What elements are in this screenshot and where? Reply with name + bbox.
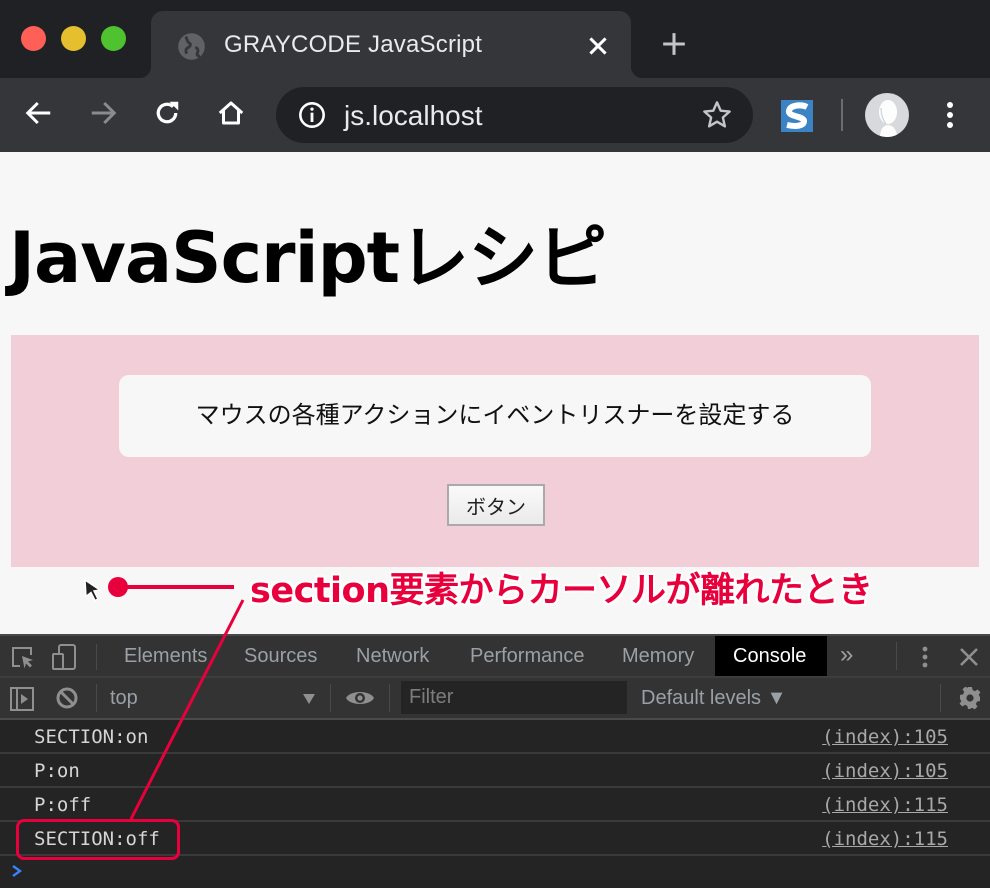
log-source-link[interactable]: (index):105 — [822, 760, 948, 782]
highlight-box — [16, 819, 180, 860]
devtools-panel: Elements Sources Network Performance Mem… — [0, 634, 990, 888]
devtools-separator — [896, 642, 897, 670]
url-text[interactable]: js.localhost — [344, 100, 483, 132]
devtools-separator — [96, 644, 97, 670]
console-log-row: SECTION:on (index):105 — [0, 720, 990, 754]
annotation-label: section要素からカーソルが離れたとき — [250, 571, 873, 611]
devtools-tab-sources[interactable]: Sources — [226, 636, 335, 676]
console-filter[interactable] — [401, 681, 627, 714]
devtools-tab-memory[interactable]: Memory — [604, 636, 712, 676]
info-icon[interactable] — [298, 101, 326, 129]
dropdown-arrow-icon[interactable] — [302, 693, 316, 705]
device-toolbar-icon[interactable] — [50, 643, 78, 671]
demo-section[interactable]: マウスの各種アクションにイベントリスナーを設定する ボタン — [11, 335, 979, 567]
kebab-icon[interactable] — [938, 98, 962, 132]
browser-tab-active[interactable]: GRAYCODE JavaScript — [139, 11, 643, 78]
close-devtools-icon[interactable] — [958, 646, 980, 668]
minimize-window-button[interactable] — [61, 26, 86, 51]
close-window-button[interactable] — [21, 26, 46, 51]
devtools-tab-network[interactable]: Network — [338, 636, 447, 676]
log-levels-dropdown[interactable]: Default levels ▼ — [641, 687, 786, 710]
gear-icon[interactable] — [958, 686, 982, 710]
devtools-separator — [330, 684, 331, 712]
address-bar[interactable]: js.localhost — [276, 87, 753, 143]
sidebar-toggle-icon[interactable] — [9, 686, 35, 712]
log-source-link[interactable]: (index):115 — [822, 828, 948, 850]
demo-paragraph[interactable]: マウスの各種アクションにイベントリスナーを設定する — [119, 375, 871, 457]
more-tabs-button[interactable]: » — [822, 636, 871, 676]
filter-input[interactable] — [401, 681, 627, 714]
context-selector[interactable]: top — [110, 687, 138, 710]
zoom-window-button[interactable] — [101, 26, 126, 51]
plus-icon[interactable] — [661, 31, 687, 57]
log-source-link[interactable]: (index):115 — [822, 794, 948, 816]
browser-titlebar: GRAYCODE JavaScript — [0, 0, 990, 78]
console-log-row: P:on (index):105 — [0, 754, 990, 788]
devtools-tab-elements[interactable]: Elements — [106, 636, 225, 676]
devtools-tab-performance[interactable]: Performance — [452, 636, 603, 676]
demo-button[interactable]: ボタン — [447, 484, 545, 526]
devtools-menu-icon[interactable] — [916, 644, 934, 670]
devtools-tabbar: Elements Sources Network Performance Mem… — [0, 634, 990, 678]
console-toolbar: top Default levels ▼ — [0, 678, 990, 720]
inspect-element-icon[interactable] — [10, 645, 36, 671]
mouse-cursor-icon — [84, 578, 102, 602]
log-message: P:off — [34, 794, 92, 816]
s-extension-icon[interactable] — [781, 100, 813, 132]
devtools-separator — [940, 684, 941, 712]
tab-title: GRAYCODE JavaScript — [224, 31, 483, 58]
avatar-icon[interactable] — [865, 93, 909, 137]
annotation-line — [118, 585, 234, 589]
devtools-separator — [96, 684, 97, 712]
browser-toolbar: js.localhost — [0, 78, 990, 152]
globe-icon — [178, 33, 205, 60]
arrow-right-icon[interactable] — [88, 98, 118, 128]
close-icon[interactable] — [585, 33, 611, 59]
log-message: SECTION:on — [34, 726, 149, 748]
toolbar-separator — [841, 99, 843, 131]
console-prompt-icon[interactable] — [10, 864, 24, 878]
devtools-tab-console[interactable]: Console — [715, 636, 827, 676]
reload-icon[interactable] — [152, 98, 182, 128]
star-icon[interactable] — [701, 99, 733, 131]
console-log-row: P:off (index):115 — [0, 788, 990, 822]
log-source-link[interactable]: (index):105 — [822, 726, 948, 748]
arrow-left-icon[interactable] — [24, 98, 54, 128]
home-icon[interactable] — [216, 98, 246, 128]
clear-console-icon[interactable] — [55, 686, 79, 710]
log-message: P:on — [34, 760, 80, 782]
eye-icon[interactable] — [345, 687, 375, 709]
page-viewport: JavaScriptレシピ マウスの各種アクションにイベントリスナーを設定する … — [0, 152, 990, 634]
devtools-separator — [389, 684, 390, 712]
page-title: JavaScriptレシピ — [9, 217, 607, 299]
